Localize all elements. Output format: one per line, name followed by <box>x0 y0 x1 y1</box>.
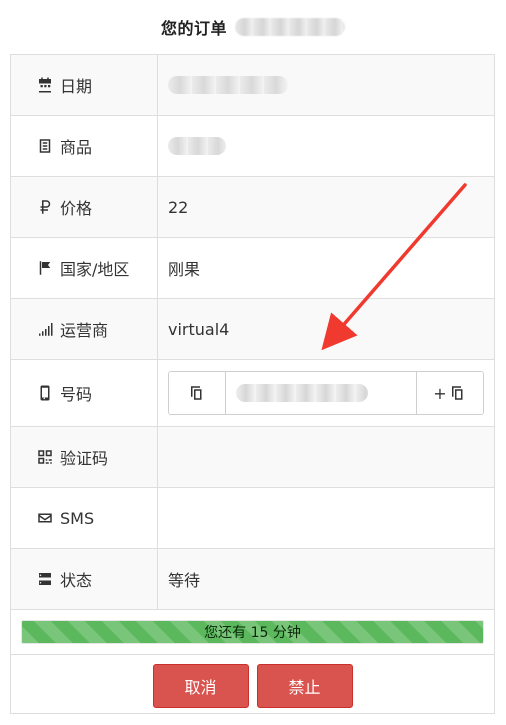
row-country-label: 国家/地区 <box>11 238 158 298</box>
row-label: 商品 <box>60 138 93 157</box>
row-phone-label: 号码 <box>11 360 158 426</box>
phone-icon <box>36 384 54 402</box>
row-label: 号码 <box>60 385 93 404</box>
row-label: 验证码 <box>60 449 109 468</box>
order-details-table: 日期 商品 价格 22 国家/地区 刚果 运营商 virtual4 号码 + 验… <box>11 55 494 610</box>
row-price-value: 22 <box>168 197 189 217</box>
time-remaining-area: 您还有 15 分钟 <box>11 610 494 655</box>
row-date-value <box>158 55 494 115</box>
ruble-icon <box>36 198 54 216</box>
row-sms-value <box>158 488 494 548</box>
row-phone-value: + <box>158 360 494 426</box>
row-label: 状态 <box>60 571 93 590</box>
ban-button[interactable]: 禁止 <box>256 664 353 708</box>
row-product-label: 商品 <box>11 116 158 176</box>
list-icon <box>36 137 54 155</box>
server-icon <box>36 570 54 588</box>
row-date-label: 日期 <box>11 55 158 115</box>
order-actions: 取消 禁止 <box>11 655 494 717</box>
redacted-phone-number <box>236 384 368 402</box>
redacted-date <box>168 76 288 94</box>
row-label: 日期 <box>60 77 93 96</box>
phone-number-field[interactable] <box>226 372 416 414</box>
row-country: 国家/地区 刚果 <box>11 238 494 299</box>
qr-icon <box>36 448 54 466</box>
row-operator: 运营商 virtual4 <box>11 299 494 360</box>
cancel-button[interactable]: 取消 <box>152 664 249 708</box>
order-title-bar: 您的订单 <box>0 0 506 54</box>
signal-icon <box>36 320 54 338</box>
row-status-label: 状态 <box>11 549 158 609</box>
row-code-value <box>158 427 494 487</box>
redacted-order-id <box>235 18 345 36</box>
page-title: 您的订单 <box>160 19 227 38</box>
envelope-icon <box>36 509 54 527</box>
row-label: 运营商 <box>60 321 109 340</box>
row-code: 验证码 <box>11 427 494 488</box>
row-label: 价格 <box>60 199 93 218</box>
time-remaining-text: 您还有 15 分钟 <box>204 625 301 641</box>
phone-input-group: + <box>168 371 484 415</box>
row-product: 商品 <box>11 116 494 177</box>
copy-number-with-plus-button[interactable]: + <box>416 372 483 414</box>
row-status-value: 等待 <box>168 571 201 590</box>
row-date: 日期 <box>11 55 494 116</box>
row-label: SMS <box>60 508 95 528</box>
row-operator-label: 运营商 <box>11 299 158 359</box>
flag-icon <box>36 259 54 277</box>
calendar-icon <box>36 76 54 94</box>
plus-prefix: + <box>433 383 447 403</box>
row-country-value: 刚果 <box>168 260 201 279</box>
row-price-label: 价格 <box>11 177 158 237</box>
row-code-label: 验证码 <box>11 427 158 487</box>
copy-number-button[interactable] <box>169 372 226 414</box>
copy-icon <box>188 384 206 402</box>
time-remaining-progress: 您还有 15 分钟 <box>21 620 484 644</box>
row-product-value <box>158 116 494 176</box>
row-operator-value: virtual4 <box>168 319 230 339</box>
row-price: 价格 22 <box>11 177 494 238</box>
copy-icon <box>449 384 467 402</box>
row-phone: 号码 + <box>11 360 494 427</box>
row-sms: SMS <box>11 488 494 549</box>
redacted-product <box>168 137 226 155</box>
row-status: 状态 等待 <box>11 549 494 610</box>
order-card: 日期 商品 价格 22 国家/地区 刚果 运营商 virtual4 号码 + 验… <box>10 54 495 714</box>
row-label: 国家/地区 <box>60 260 130 279</box>
row-sms-label: SMS <box>11 488 158 548</box>
